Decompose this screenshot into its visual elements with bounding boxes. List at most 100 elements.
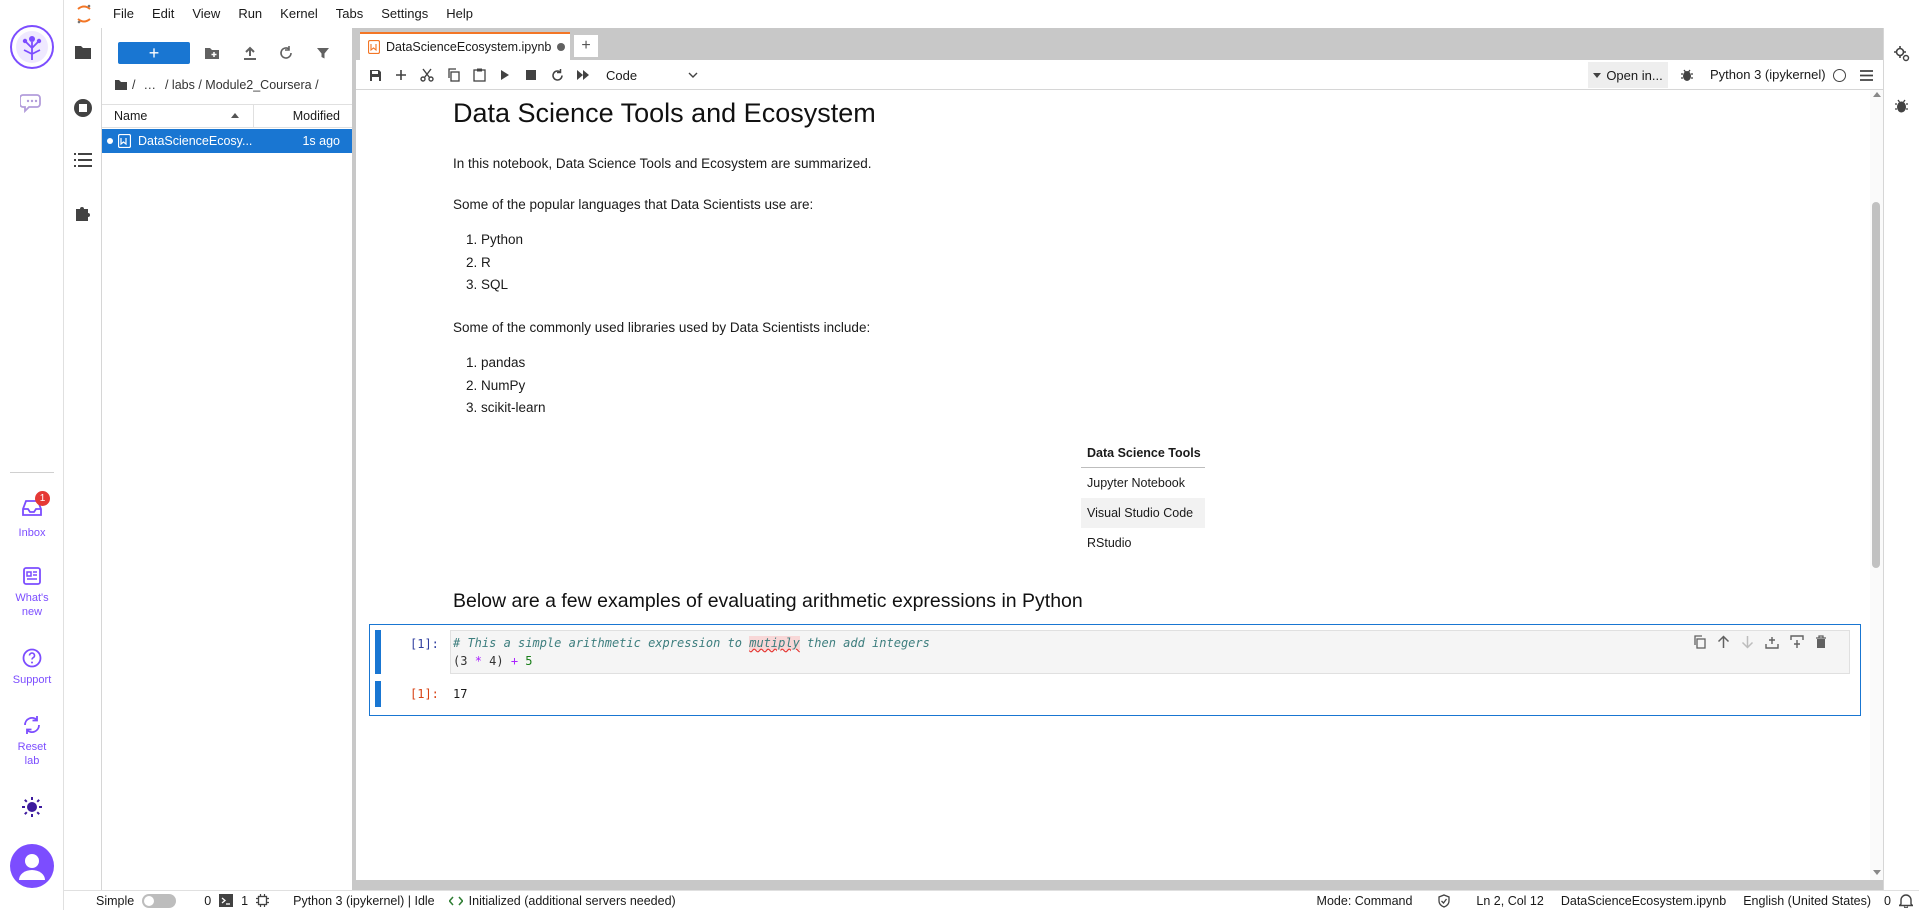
duplicate-cell-icon[interactable] <box>1693 635 1706 649</box>
status-bar: Simple 0 1 Python 3 (ipykernel) | Idle I… <box>64 890 1919 910</box>
stop-icon[interactable] <box>518 60 544 90</box>
menu-settings[interactable]: Settings <box>372 0 437 28</box>
code-line-1: # This a simple arithmetic expression to… <box>453 636 930 650</box>
new-launcher-button[interactable]: + <box>118 42 190 64</box>
file-row[interactable]: DataScienceEcosy... 1s ago <box>102 129 352 153</box>
code-editor[interactable]: # This a simple arithmetic expression to… <box>450 630 1850 674</box>
rail-inbox[interactable]: 1 Inbox <box>0 491 64 540</box>
scroll-up-arrow-icon[interactable] <box>1873 92 1881 97</box>
table-row: Visual Studio Code <box>1081 498 1205 528</box>
new-folder-icon[interactable] <box>201 42 223 64</box>
kernel-chip-icon[interactable] <box>256 894 270 907</box>
code-cell[interactable]: [1]: # This a simple arithmetic expressi… <box>369 624 1861 716</box>
display-language[interactable]: English (United States) <box>1743 894 1871 908</box>
bell-icon[interactable] <box>1899 893 1913 908</box>
sort-up-icon <box>231 113 239 118</box>
code-line-2: (3 * 4) + 5 <box>453 654 533 668</box>
tools-table: Data Science Tools Jupyter Notebook Visu… <box>1081 438 1205 558</box>
rail-reset-lab[interactable]: Reset lab <box>0 714 64 768</box>
list-item: Python <box>481 229 523 252</box>
trusted-shield-icon[interactable] <box>1438 893 1451 908</box>
hamburger-menu-icon[interactable] <box>1853 60 1879 90</box>
menu-view[interactable]: View <box>183 0 229 28</box>
left-rail: 1 Inbox What's new Support Reset lab <box>0 0 64 910</box>
copy-icon[interactable] <box>440 60 466 90</box>
notebook-toolbar: Code Open in... Python 3 (ipykernel) <box>356 60 1883 90</box>
home-folder-icon[interactable] <box>114 79 128 91</box>
run-all-icon[interactable] <box>570 60 596 90</box>
theme-sun-icon[interactable] <box>21 796 43 818</box>
extensions-icon[interactable] <box>74 204 92 222</box>
tab-label: DataScienceEcosystem.ipynb <box>386 40 552 54</box>
cell-type-select[interactable]: Code <box>606 65 698 85</box>
debugger-icon[interactable] <box>1674 60 1700 90</box>
new-tab-button[interactable]: + <box>574 35 598 57</box>
scroll-down-arrow-icon[interactable] <box>1873 870 1881 875</box>
menu-tabs[interactable]: Tabs <box>327 0 372 28</box>
list-item: R <box>481 252 523 275</box>
run-icon[interactable] <box>492 60 518 90</box>
toc-icon[interactable] <box>74 152 92 168</box>
name-column-label: Name <box>114 109 148 123</box>
menu-run[interactable]: Run <box>229 0 271 28</box>
restart-icon[interactable] <box>544 60 570 90</box>
lsp-code-icon[interactable] <box>448 895 463 907</box>
folder-icon[interactable] <box>74 44 92 60</box>
kernel-status[interactable]: Python 3 (ipykernel) | Idle <box>293 894 435 908</box>
move-up-icon[interactable] <box>1717 635 1730 649</box>
filter-icon[interactable] <box>312 42 334 64</box>
languages-intro: Some of the popular languages that Data … <box>453 197 814 212</box>
comment-text-end: then add integers <box>799 636 930 650</box>
kernel-name[interactable]: Python 3 (ipykernel) <box>1710 60 1826 90</box>
breadcrumb-path[interactable]: / labs / Module2_Coursera / <box>165 78 319 92</box>
chat-icon[interactable] <box>20 92 44 114</box>
refresh-icon[interactable] <box>275 42 297 64</box>
modified-column-header[interactable]: Modified <box>293 105 340 127</box>
move-down-icon[interactable] <box>1741 635 1754 649</box>
output-collapser[interactable] <box>375 681 381 707</box>
cell-toolbar <box>1693 635 1827 649</box>
news-icon <box>22 566 42 586</box>
notification-count: 0 <box>1884 893 1891 908</box>
menu-kernel[interactable]: Kernel <box>271 0 327 28</box>
menu-help[interactable]: Help <box>437 0 482 28</box>
chevron-down-icon <box>688 72 698 78</box>
debugger-panel-icon[interactable] <box>1895 98 1908 113</box>
open-in-button[interactable]: Open in... <box>1588 62 1668 88</box>
list-item: pandas <box>481 352 546 375</box>
tab-notebook[interactable]: DataScienceEcosystem.ipynb <box>360 32 570 60</box>
running-sessions-icon[interactable] <box>73 98 93 118</box>
unsaved-dot-icon[interactable] <box>557 43 566 51</box>
menu-edit[interactable]: Edit <box>143 0 183 28</box>
cursor-position[interactable]: Ln 2, Col 12 <box>1476 894 1543 908</box>
delete-cell-icon[interactable] <box>1815 635 1827 649</box>
terminal-icon[interactable] <box>219 894 234 907</box>
breadcrumb-ellipsis[interactable]: … <box>143 78 156 92</box>
cell-collapser[interactable] <box>375 630 381 674</box>
libraries-list: pandas NumPy scikit-learn <box>453 352 546 420</box>
tree-logo-icon[interactable] <box>9 24 55 70</box>
insert-cell-icon[interactable] <box>388 60 414 90</box>
scrollbar-thumb[interactable] <box>1872 202 1880 568</box>
insert-above-icon[interactable] <box>1765 635 1779 649</box>
menu-file[interactable]: File <box>104 0 143 28</box>
input-prompt: [1]: <box>410 637 439 651</box>
upload-icon[interactable] <box>239 42 261 64</box>
insert-below-icon[interactable] <box>1790 635 1804 649</box>
rail-whats-new[interactable]: What's new <box>0 566 64 619</box>
paste-icon[interactable] <box>466 60 492 90</box>
code-op-multiply: * <box>474 654 482 668</box>
output-prompt: [1]: <box>410 687 439 701</box>
simple-mode-toggle[interactable] <box>142 893 177 908</box>
save-icon[interactable] <box>362 60 388 90</box>
name-column-header[interactable]: Name <box>114 105 254 127</box>
inbox-label: Inbox <box>18 527 46 539</box>
breadcrumb: / … / labs / Module2_Coursera / <box>114 76 319 94</box>
user-avatar[interactable] <box>10 844 54 888</box>
cut-icon[interactable] <box>414 60 440 90</box>
cell-type-value: Code <box>606 67 638 83</box>
notebook-scrollbar[interactable] <box>1870 90 1883 880</box>
lsp-status[interactable]: Initialized (additional servers needed) <box>469 894 676 908</box>
property-inspector-icon[interactable] <box>1894 46 1910 62</box>
rail-support[interactable]: Support <box>0 648 64 687</box>
